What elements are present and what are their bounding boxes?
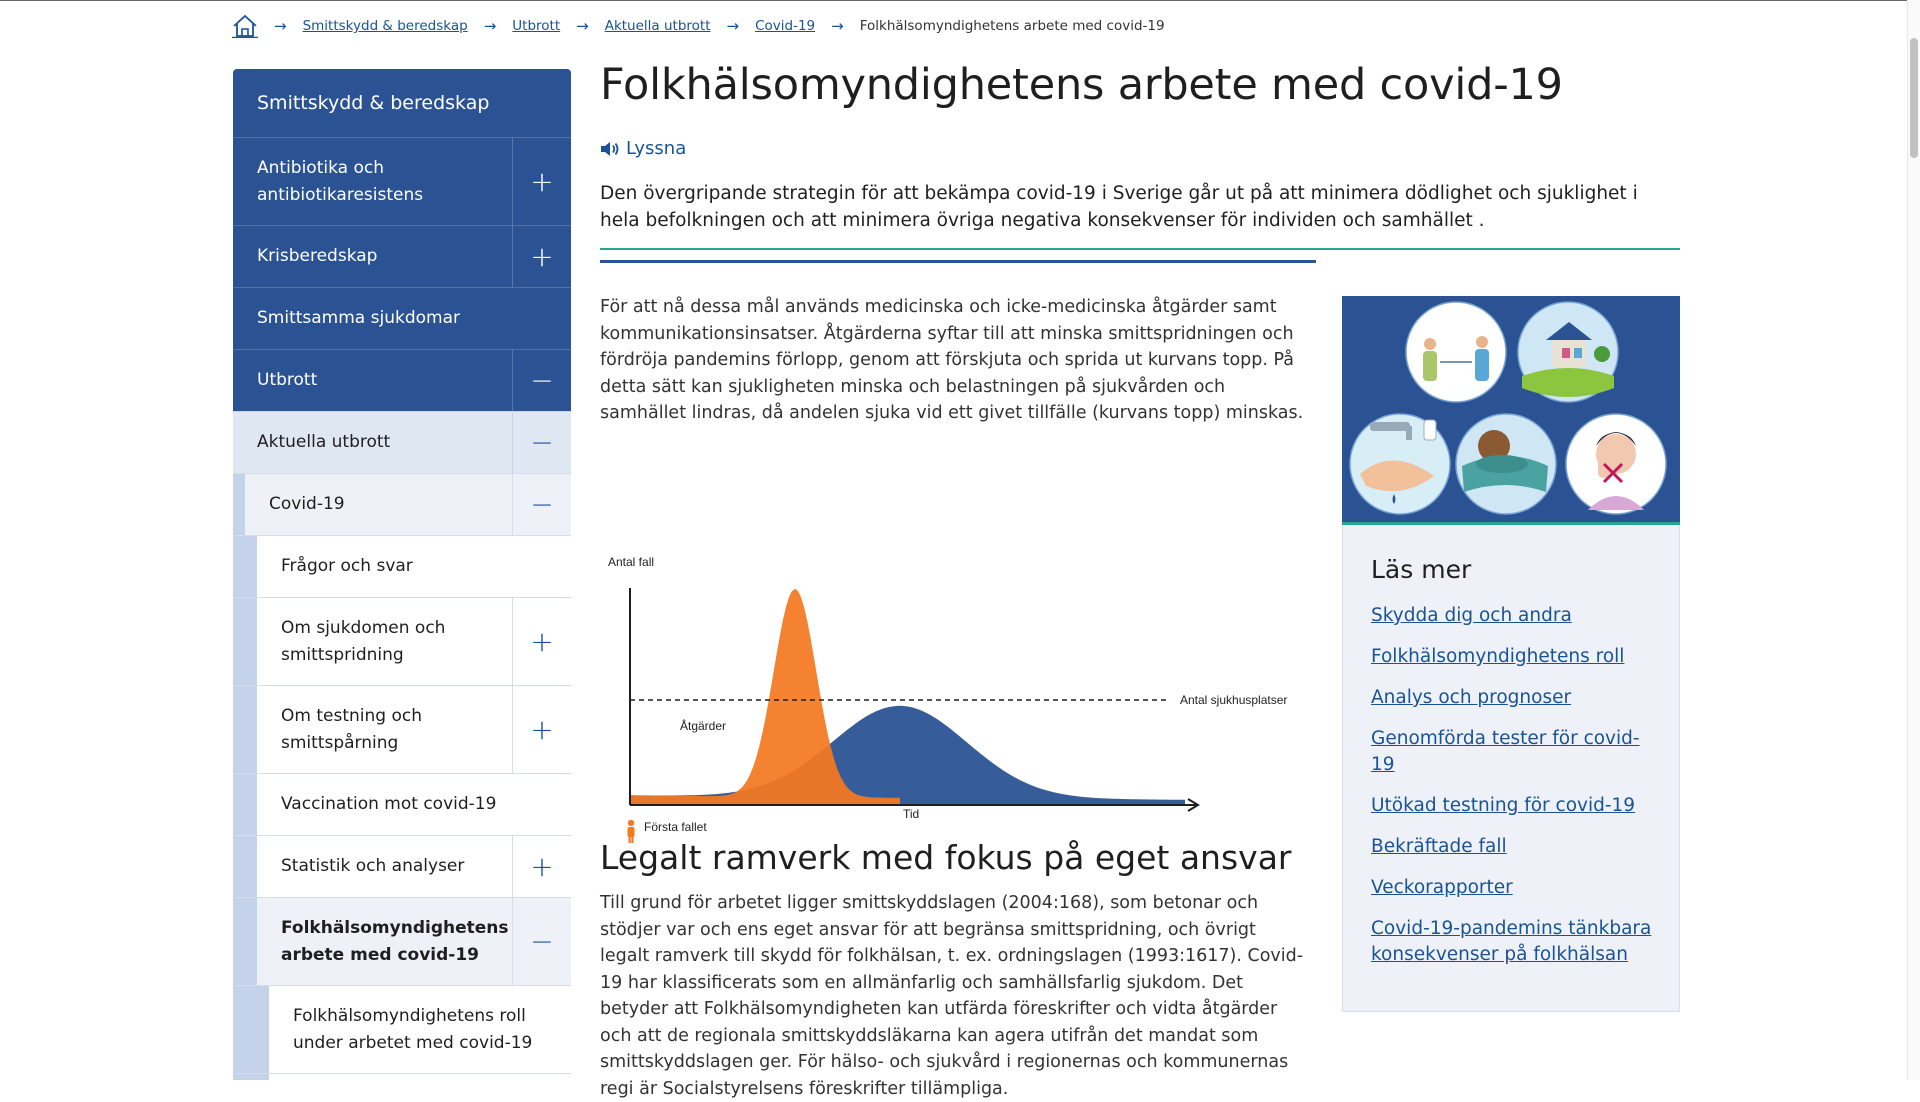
nav-indent [233,836,257,897]
read-more-box: Läs mer Skydda dig och andra Folkhälsomy… [1342,525,1680,1012]
breadcrumb-current: Folkhälsomyndighetens arbete med covid-1… [859,18,1165,34]
sidebar-item-label[interactable]: Folkhälsomyndighetens roll under arbetet… [269,986,571,1073]
nav-indent [233,474,245,535]
lead-paragraph: Den övergripande strategin för att bekäm… [600,183,1638,231]
nav-indent [233,898,257,985]
read-more-link[interactable]: Analys och prognoser [1371,685,1661,711]
collapse-minus-icon[interactable]: − [512,474,571,535]
breadcrumb: → Smittskydd & beredskap → Utbrott → Akt… [232,14,1165,38]
sidebar-item-utbrott[interactable]: Utbrott − [233,349,571,411]
arrow-right-icon: → [483,17,497,35]
read-more-links: Skydda dig och andra Folkhälsomyndighete… [1371,603,1661,983]
sidebar-item-label[interactable]: Covid-19 [245,474,512,535]
chart-ylabel: Antal fall [608,555,654,569]
no-face-touch-icon [1565,413,1667,515]
breadcrumb-link-covid19[interactable]: Covid-19 [755,18,815,34]
chart-annotation-atgarder: Åtgärder [680,718,726,733]
breadcrumb-link-smittskydd[interactable]: Smittskydd & beredskap [303,18,468,34]
sidebar-item-label[interactable]: Vaccination mot covid-19 [257,774,571,835]
listen-button[interactable]: Lyssna [600,138,686,159]
sidebar-item-smittsamma-sjukdomar[interactable]: Smittsamma sjukdomar [233,287,571,349]
handwash-icon [1349,413,1451,515]
sidebar-item-om-sjukdomen[interactable]: Om sjukdomen och smittspridning + [233,597,571,685]
sidebar-item-aktuella-utbrott[interactable]: Aktuella utbrott − [233,411,571,473]
sidebar-item-om-testning[interactable]: Om testning och smittspårning + [233,685,571,773]
expand-plus-icon[interactable]: + [512,598,571,685]
breadcrumb-link-aktuella-utbrott[interactable]: Aktuella utbrott [605,18,711,34]
read-more-link[interactable]: Genomförda tester för covid-19 [1371,726,1661,778]
nav-indent [233,1074,269,1080]
collapse-minus-icon[interactable]: − [512,412,571,473]
sidebar-item-label[interactable]: Aktuella utbrott [233,412,512,473]
sidebar-item-label[interactable]: Smittsamma sjukdomar [233,288,571,349]
read-more-link[interactable]: Covid-19-pandemins tänkbara konsekvenser… [1371,916,1661,968]
cough-elbow-icon [1455,413,1557,515]
read-more-link[interactable]: Veckorapporter [1371,875,1661,901]
read-more-link[interactable]: Skydda dig och andra [1371,603,1661,629]
scrollbar-track[interactable] [1907,0,1920,1080]
expand-plus-icon[interactable]: + [512,836,571,897]
sidebar-item-statistik[interactable]: Statistik och analyser + [233,835,571,897]
covid-advice-illustration [1342,296,1680,523]
sidebar-item-label[interactable]: Antibiotika och antibiotikaresistens [233,138,512,225]
sidebar-item-vaccination[interactable]: Vaccination mot covid-19 [233,773,571,835]
chart-annotation-forsta-fallet: Första fallet [644,820,707,834]
collapse-minus-icon[interactable]: − [512,350,571,411]
top-border [0,0,1920,1]
arrow-right-icon: → [726,17,740,35]
nav-indent [233,986,269,1073]
home-icon [1517,301,1619,403]
section-heading-legalt-ramverk: Legalt ramverk med fokus på eget ansvar [600,838,1292,877]
expand-plus-icon[interactable]: + [512,138,571,225]
collapse-minus-icon[interactable]: − [512,898,571,985]
distance-icon [1405,301,1507,403]
sidebar-item-fragor-och-svar[interactable]: Frågor och svar [233,535,571,597]
expand-plus-icon[interactable]: + [512,226,571,287]
chart-reference-label: Antal sjukhusplatser [1180,693,1287,707]
sidebar-item-label[interactable]: Frågor och svar [257,536,571,597]
epidemic-curve-chart: Antal fall Antal sjukhusplatser Åtgärder… [608,555,1287,843]
divider-blue [600,260,1316,263]
read-more-link[interactable]: Utökad testning för covid-19 [1371,793,1661,819]
sidebar-item-label[interactable]: Folkhälsomyndighetens arbete med covid-1… [257,898,512,985]
body-paragraph-2: Till grund för arbetet ligger smittskydd… [600,893,1304,1099]
speaker-icon [601,141,619,156]
arrow-right-icon: → [831,17,844,35]
sidebar-item-fhm-roll[interactable]: Folkhälsomyndighetens roll under arbetet… [233,985,571,1073]
read-more-link[interactable]: Folkhälsomyndighetens roll [1371,644,1661,670]
home-icon[interactable] [232,14,258,38]
sidebar-item-label[interactable]: Om testning och smittspårning [257,686,512,773]
sidebar-item-covid19[interactable]: Covid-19 − [233,473,571,535]
sidebar-item-krisberedskap[interactable]: Krisberedskap + [233,225,571,287]
sidebar-item-label[interactable]: Krisberedskap [233,226,512,287]
nav-indent [233,598,257,685]
expand-plus-icon[interactable]: + [512,686,571,773]
breadcrumb-link-utbrott[interactable]: Utbrott [512,18,560,34]
arrow-right-icon: → [576,17,589,35]
scrollbar-thumb[interactable] [1910,38,1918,158]
sidebar-item-antibiotika[interactable]: Antibiotika och antibiotikaresistens + [233,137,571,225]
nav-indent [233,686,257,773]
nav-indent [233,536,257,597]
sidebar-nav: Smittskydd & beredskap Antibiotika och a… [233,69,571,1080]
sidebar-item-label[interactable]: Om sjukdomen och smittspridning [257,598,512,685]
arrow-right-icon: → [274,17,287,35]
sidebar-item-fhm-arbete-active[interactable]: Folkhälsomyndighetens arbete med covid-1… [233,897,571,985]
sidebar-title[interactable]: Smittskydd & beredskap [233,69,571,137]
sidebar-item-label[interactable]: Statistik och analyser [257,836,512,897]
divider-green [600,248,1680,250]
chart-xlabel: Tid [903,807,919,821]
page-title: Folkhälsomyndighetens arbete med covid-1… [600,60,1563,110]
read-more-link[interactable]: Bekräftade fall [1371,834,1661,860]
body-paragraph-1: För att nå dessa mål används medicinska … [600,297,1304,423]
sidebar-item-next[interactable] [233,1073,571,1080]
listen-label[interactable]: Lyssna [626,138,686,159]
nav-indent [233,774,257,835]
read-more-heading: Läs mer [1371,555,1472,584]
sidebar-item-label[interactable]: Utbrott [233,350,512,411]
